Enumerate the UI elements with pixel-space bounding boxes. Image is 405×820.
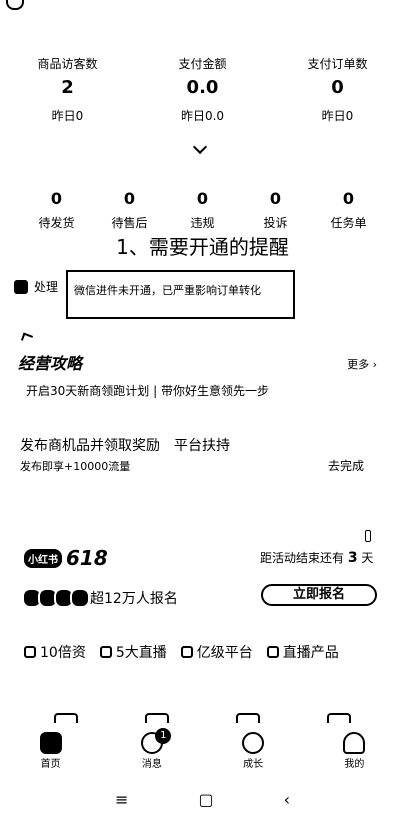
unread-badge: 1: [155, 728, 172, 744]
bag-icon: [144, 713, 169, 723]
feature-label: 亿级平台: [196, 645, 253, 661]
tab-profile[interactable]: 我的: [304, 730, 405, 776]
avatar-group: [22, 588, 90, 608]
stat-label: 支付订单数: [307, 57, 368, 71]
guide-title: 经营攻略: [18, 354, 83, 373]
stat-value: 2: [61, 77, 74, 98]
feature-list: 10倍资 5大直播 亿级平台 直播产品: [24, 642, 339, 662]
loop-icon: [266, 646, 279, 658]
task-description: 发布即享+10000流量: [20, 460, 131, 473]
bag-icon: [53, 713, 78, 723]
frame-icon: [180, 646, 193, 658]
feature-label: 直播产品: [282, 645, 339, 661]
scroll-indicator-icon: [365, 530, 371, 542]
promo-header: 小红书 618: [24, 546, 108, 570]
stat-payment-amount[interactable]: 支付金额 0.0 昨日0.0: [135, 55, 270, 129]
alert-message-box[interactable]: 微信进件未开通，已严重影响订单转化: [66, 270, 295, 319]
menu-icon[interactable]: ≡: [115, 790, 128, 809]
order-count: 0: [196, 189, 209, 208]
stat-visitors[interactable]: 商品访客数 2 昨日0: [0, 55, 135, 129]
order-complaints[interactable]: 0 投诉: [239, 188, 312, 236]
stat-yesterday: 昨日0: [321, 109, 354, 123]
order-violations[interactable]: 0 违规: [166, 188, 239, 236]
headset-icon: [99, 646, 112, 658]
countdown-prefix: 距活动结束还有: [260, 551, 345, 565]
back-icon[interactable]: ‹: [284, 790, 290, 809]
tab-label: 我的: [344, 759, 365, 770]
brand-badge: 小红书: [24, 548, 62, 568]
chevron-down-icon[interactable]: [192, 139, 208, 155]
stat-yesterday: 昨日0.0: [180, 109, 225, 123]
order-pending-shipment[interactable]: 0 待发货: [20, 188, 93, 236]
feature-item: 直播产品: [266, 642, 339, 662]
growth-icon: [242, 732, 265, 754]
avatar: [70, 588, 90, 608]
guide-description[interactable]: 开启30天新商领跑计划 | 带你好生意领先一步: [26, 382, 269, 399]
tab-label: 成长: [243, 759, 264, 770]
stats-row: 商品访客数 2 昨日0 支付金额 0.0 昨日0.0 支付订单数 0 昨日0: [0, 55, 405, 129]
order-after-sales[interactable]: 0 待售后: [93, 188, 166, 236]
profile-icon: [343, 732, 366, 754]
stat-label: 支付金额: [178, 57, 227, 71]
box-icon: [327, 713, 352, 723]
order-count: 0: [123, 189, 136, 208]
order-status-row: 0 待发货 0 待售后 0 违规 0 投诉 0 任务单: [0, 188, 405, 236]
order-count: 0: [50, 189, 63, 208]
shirt-icon: [236, 713, 261, 723]
home-icon: [39, 732, 62, 754]
order-count: 0: [342, 189, 355, 208]
stat-yesterday: 昨日0: [51, 109, 84, 123]
drop-icon: [24, 646, 36, 658]
countdown: 距活动结束还有 3 天: [260, 549, 373, 566]
alert-row[interactable]: 处理: [14, 278, 58, 295]
stat-value: 0: [331, 77, 344, 98]
status-icon: [6, 0, 24, 10]
feature-label: 10倍资: [40, 645, 86, 661]
tab-label: 消息: [141, 759, 162, 770]
order-tasks[interactable]: 0 任务单: [312, 188, 385, 236]
stat-payment-orders[interactable]: 支付订单数 0 昨日0: [270, 55, 405, 129]
tab-growth[interactable]: 成长: [203, 730, 304, 776]
tab-label: 首页: [40, 759, 61, 770]
order-count: 0: [269, 189, 282, 208]
bottom-tab-bar: 首页 1 消息 成长 我的: [0, 728, 405, 776]
partial-icons-row: [0, 713, 405, 723]
alert-icon: [14, 279, 28, 294]
stat-value: 0.0: [186, 77, 219, 98]
feature-label: 5大直播: [115, 645, 167, 661]
partial-icon-3: [203, 713, 294, 723]
tab-messages[interactable]: 1 消息: [101, 728, 202, 776]
stat-label: 商品访客数: [37, 57, 98, 71]
guide-more-link[interactable]: 更多 ›: [347, 356, 377, 372]
partial-icon-1: [20, 713, 111, 723]
signup-count: 超12万人报名: [90, 591, 178, 607]
home-square-icon[interactable]: ▢: [198, 790, 213, 809]
feature-item: 5大直播: [99, 642, 167, 662]
feature-item: 10倍资: [24, 642, 86, 662]
countdown-value: 3: [347, 550, 358, 566]
signup-button[interactable]: 立即报名: [261, 584, 377, 606]
decorative-mark-icon: [20, 332, 34, 344]
feature-item: 亿级平台: [180, 642, 253, 662]
partial-icon-4: [294, 713, 385, 723]
countdown-suffix: 天: [361, 551, 374, 565]
tab-home[interactable]: 首页: [0, 730, 101, 776]
system-navigation-bar: ≡ ▢ ‹: [0, 790, 405, 809]
task-title: 发布商机品并领取奖励 平台扶持: [20, 438, 230, 454]
partial-icon-2: [111, 713, 202, 723]
task-complete-button[interactable]: 去完成: [328, 457, 364, 474]
alert-handle-label[interactable]: 处理: [34, 278, 58, 295]
event-title: 618: [66, 546, 108, 570]
reminder-title: 1、需要开通的提醒: [116, 235, 289, 259]
